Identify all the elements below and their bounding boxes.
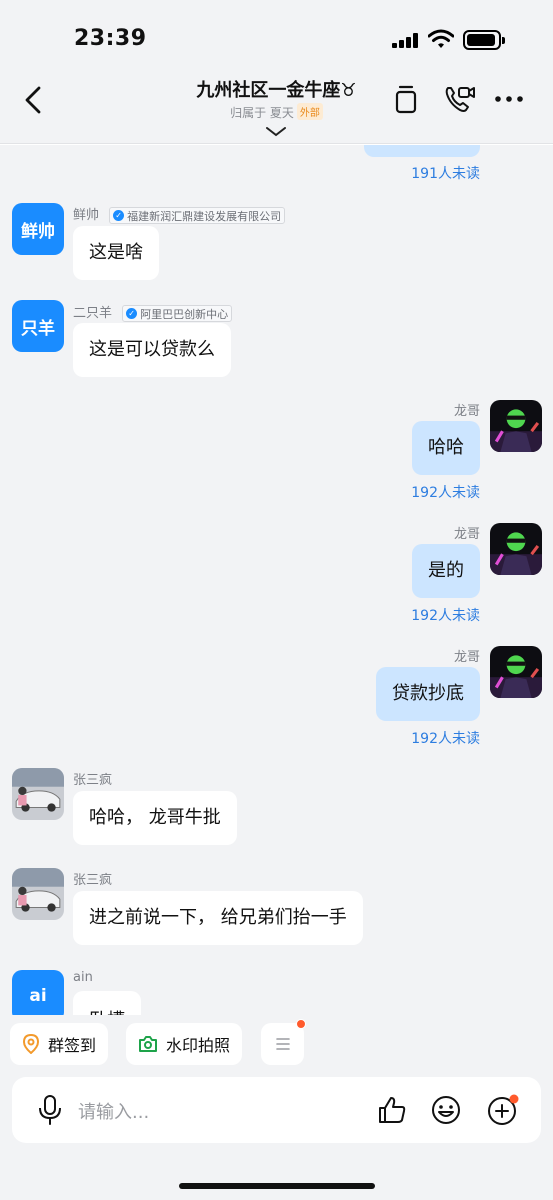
message-bubble[interactable]: 进之前说一下， 给兄弟们抬一手: [73, 891, 363, 945]
clock: 23:39: [74, 26, 147, 51]
camera-icon: [139, 1036, 157, 1052]
watermark-photo-label: 水印拍照: [166, 1036, 231, 1055]
org-tag: ✓ 福建新润汇鼎建设发展有限公司: [109, 207, 286, 224]
home-indicator: [179, 1183, 375, 1189]
video-call-icon[interactable]: [442, 82, 476, 116]
status-bar: 23:39: [0, 0, 553, 70]
chevron-down-icon[interactable]: [264, 125, 288, 139]
cellular-signal-icon: [392, 32, 420, 48]
emoji-icon[interactable]: [430, 1094, 462, 1126]
avatar[interactable]: ai: [12, 970, 64, 1015]
message-bubble[interactable]: 贷款抄底: [376, 667, 480, 721]
message-bubble[interactable]: 哈哈: [412, 421, 480, 475]
unread-count[interactable]: 192人未读: [411, 482, 480, 502]
plus-icon[interactable]: [486, 1094, 520, 1128]
sender-name: 龙哥: [453, 527, 480, 542]
sender-name-text: 鲜帅: [73, 208, 100, 223]
sender-name: 张三疯: [73, 873, 113, 888]
message-bubble[interactable]: 哈哈， 龙哥牛批: [73, 791, 237, 845]
unread-count[interactable]: 191人未读: [411, 163, 480, 183]
external-tag: 外部: [296, 103, 323, 120]
avatar[interactable]: [12, 868, 64, 920]
sender-name: 鲜帅 ✓ 福建新润汇鼎建设发展有限公司: [73, 204, 286, 224]
battery-icon: [463, 30, 505, 50]
avatar[interactable]: 鲜帅: [12, 203, 64, 255]
org-name: 福建新润汇鼎建设发展有限公司: [127, 209, 282, 223]
chat-header: 九州社区一金牛座♉ 归属于 夏天 外部: [0, 70, 553, 144]
more-actions-button[interactable]: [261, 1019, 306, 1065]
verified-icon: ✓: [126, 308, 138, 319]
watermark-photo-button[interactable]: 水印拍照: [126, 1023, 243, 1065]
menu-icon: [275, 1038, 290, 1050]
owner-label: 归属于 夏天: [230, 106, 294, 120]
message-bubble[interactable]: 这是可以贷款么: [73, 323, 231, 377]
location-pin-icon: [22, 1034, 40, 1054]
quick-actions-bar: 群签到 水印拍照: [0, 1015, 553, 1077]
input-placeholder: 请输入...: [78, 1102, 150, 1123]
org-tag: ✓ 阿里巴巴创新中心: [122, 305, 233, 322]
avatar[interactable]: [490, 523, 542, 575]
verified-icon: ✓: [113, 210, 125, 221]
notification-badge: [296, 1019, 306, 1029]
avatar[interactable]: [490, 646, 542, 698]
message-composer: 请输入...: [0, 1077, 553, 1200]
group-checkin-label: 群签到: [48, 1036, 97, 1055]
message-bubble[interactable]: 卧槽: [73, 991, 141, 1015]
sender-name: 二只羊 ✓ 阿里巴巴创新中心: [73, 302, 233, 322]
microphone-icon[interactable]: [36, 1094, 64, 1126]
sender-name: ain: [73, 970, 93, 985]
sender-name-text: 二只羊: [73, 306, 113, 321]
sender-name: 张三疯: [73, 773, 113, 788]
avatar[interactable]: 只羊: [12, 300, 64, 352]
message-list[interactable]: 191人未读 鲜帅 鲜帅 ✓ 福建新润汇鼎建设发展有限公司 这是啥 只羊 二只羊 …: [0, 145, 553, 1015]
org-name: 阿里巴巴创新中心: [140, 307, 229, 321]
unread-count[interactable]: 192人未读: [411, 728, 480, 748]
message-bubble[interactable]: 是的: [412, 544, 480, 598]
message-input[interactable]: 请输入...: [12, 1077, 541, 1143]
group-checkin-button[interactable]: 群签到: [10, 1023, 109, 1065]
avatar[interactable]: [490, 400, 542, 452]
message-bubble-partial[interactable]: [364, 145, 480, 157]
more-icon[interactable]: [494, 82, 524, 116]
unread-count[interactable]: 192人未读: [411, 605, 480, 625]
wifi-icon: [428, 29, 454, 48]
thumbs-up-icon[interactable]: [376, 1094, 408, 1126]
sender-name: 龙哥: [453, 404, 480, 419]
sender-name: 龙哥: [453, 650, 480, 665]
avatar[interactable]: [12, 768, 64, 820]
copy-icon[interactable]: [392, 82, 420, 116]
message-bubble[interactable]: 这是啥: [73, 226, 159, 280]
